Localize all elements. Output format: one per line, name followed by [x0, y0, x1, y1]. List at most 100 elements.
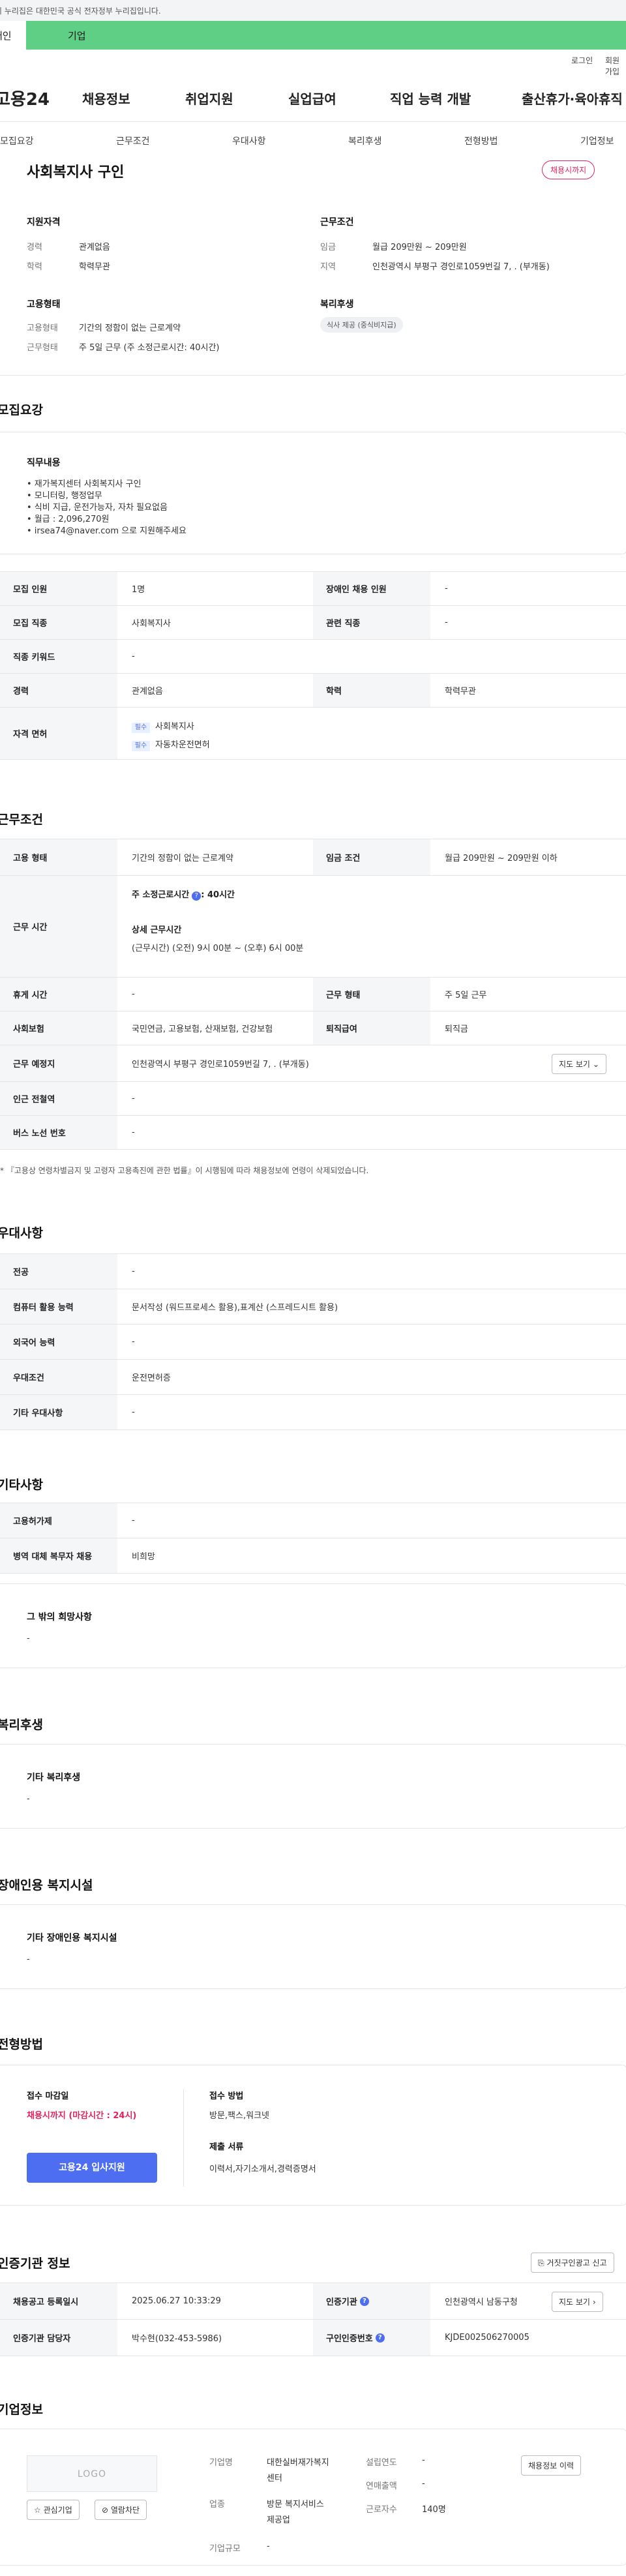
disability-value: -	[27, 1954, 30, 1964]
table-header: 경력	[0, 674, 117, 707]
hours-main: 주 소정근로시간?: 40시간	[132, 888, 235, 901]
company-size: -	[267, 2541, 270, 2551]
docs-value: 이력서,자기소개서,경력증명서	[209, 2164, 316, 2174]
header-label: 구인인증번호	[326, 2334, 373, 2344]
deadline-label: 접수 마감일	[27, 2091, 69, 2101]
table-cell: 2025.06.27 10:33:29	[132, 2296, 221, 2306]
nav-item-skills[interactable]: 직업 능력 개발	[390, 89, 471, 108]
table-header: 고용허가제	[0, 1503, 117, 1538]
emp-title: 고용형태	[27, 299, 61, 310]
table-row: 우대조건 운전면허증	[0, 1360, 626, 1395]
table-cell: -	[132, 651, 135, 661]
table-row: 고용 형태 기간의 정함이 없는 근로계약 임금 조건 월급 209만원 ~ 2…	[0, 839, 626, 876]
header-label: 인증기관	[326, 2298, 357, 2307]
table-cell: 학력무관	[445, 687, 476, 696]
login-link[interactable]: 로그인	[571, 55, 593, 66]
company-field-label: 기업규모	[209, 2544, 241, 2554]
table-header: 버스 노선 번호	[0, 1116, 117, 1149]
user-type-tabs: 개인 기업	[0, 21, 626, 50]
nav-item-parental-leave[interactable]: 출산휴가·육아휴직	[522, 89, 623, 108]
report-label: 거짓구인광고 신고	[546, 2258, 607, 2268]
other-wish-title: 그 밖의 희망사항	[27, 1612, 92, 1623]
method-label: 접수 방법	[209, 2091, 244, 2101]
company-name: 대한실버재가복지센터	[267, 2455, 329, 2487]
company-industry: 방문 복지서비스 제공업	[267, 2497, 324, 2528]
table-header: 근무 형태	[313, 978, 430, 1011]
welfare-chip: 식사 제공 (중식비지급)	[320, 317, 403, 333]
chevron-right-icon: ›	[592, 2298, 596, 2307]
table-header: 전공	[0, 1254, 117, 1289]
map-view-label: 지도 보기	[559, 1060, 590, 1069]
map-view-button[interactable]: 지도 보기 ⌄	[552, 1054, 606, 1074]
table-cell: 국민연금, 고용보험, 산재보험, 건강보험	[132, 1025, 273, 1034]
table-row: 채용공고 등록일시 2025.06.27 10:33:29 인증기관? 인천광역…	[0, 2283, 626, 2320]
nav-item-jobs[interactable]: 채용정보	[82, 89, 130, 108]
tab-individual[interactable]: 개인	[0, 21, 26, 50]
help-icon[interactable]: ?	[375, 2333, 385, 2343]
main-nav: 고용24 채용정보 취업지원 실업급여 직업 능력 개발 출산휴가·육아휴직	[0, 85, 626, 113]
table-cell: 사회복지사	[132, 619, 171, 629]
agency-map-button[interactable]: 지도 보기 ›	[552, 2292, 603, 2312]
table-row: 자격 면허 필수 사회복지사 필수 자동차운전면허	[0, 708, 626, 760]
table-header: 컴퓨터 활용 능력	[0, 1289, 117, 1324]
table-cell: -	[445, 584, 448, 593]
help-icon[interactable]: ?	[192, 891, 201, 901]
company-field-label: 업종	[209, 2500, 225, 2509]
table-row: 고용허가제 -	[0, 1503, 626, 1538]
favorite-company-button[interactable]: ☆ 관심기업	[27, 2500, 80, 2520]
section-title-screen: 전형방법	[0, 2037, 43, 2052]
job-title: 사회복지사 구인	[27, 164, 125, 181]
help-icon[interactable]: ?	[359, 2296, 369, 2306]
company-field-label: 근로자수	[366, 2505, 397, 2515]
table-cell: -	[445, 618, 448, 627]
cond-label: 임금	[320, 243, 336, 252]
duty-line: • 모니터링, 행정업무	[27, 491, 102, 501]
table-row: 외국어 능력 -	[0, 1325, 626, 1360]
company-employees: 140명	[422, 2505, 446, 2515]
table-header: 사회보험	[0, 1011, 117, 1045]
table-cell: 월급 209만원 ~ 209만원 이하	[445, 854, 558, 863]
emp-label: 고용형태	[27, 323, 58, 333]
pref-table: 전공 - 컴퓨터 활용 능력 문서작성 (워드프로세스 활용),표계산 (스프레…	[0, 1253, 626, 1430]
hours-main-value: : 40시간	[201, 890, 235, 900]
company-name-line: 대한실버재가복지	[267, 2458, 329, 2468]
table-cell: KJDE002506270005	[445, 2333, 529, 2343]
table-cell: -	[132, 1266, 135, 1276]
table-cell: 인천광역시 남동구청	[445, 2298, 518, 2307]
summary-card: 사회복지사 구인 채용시까지 지원자격 경력 관계없음 학력 학력무관 근무조건…	[0, 145, 626, 376]
site-logo[interactable]: 고용24	[0, 86, 50, 110]
table-header: 모집 직종	[0, 606, 117, 639]
nav-item-unemployment-benefit[interactable]: 실업급여	[288, 89, 336, 108]
table-header: 구인인증번호?	[313, 2320, 430, 2356]
welfare-title: 복리후생	[320, 299, 354, 310]
join-link[interactable]: 회원가입	[605, 55, 626, 77]
duty-line: • irsea74@naver.com 으로 지원해주세요	[27, 526, 186, 536]
duty-line: • 재가복지센터 사회복지사 구인	[27, 479, 142, 489]
tab-company[interactable]: 기업	[26, 21, 626, 50]
report-fake-ad-button[interactable]: ⎘ 거짓구인광고 신고	[531, 2253, 614, 2273]
duty-line: • 식비 지급, 운전가능자, 자차 필요없음	[27, 503, 168, 513]
table-cell: -	[132, 1128, 135, 1137]
table-header: 기타 우대사항	[0, 1395, 117, 1430]
nav-item-employment-support[interactable]: 취업지원	[185, 89, 233, 108]
table-header: 근무 시간	[0, 876, 117, 977]
benefit-box: 기타 복리후생 -	[0, 1744, 626, 1829]
hours-detail: (근무시간) (오전) 9시 00분 ~ (오후) 6시 00분	[132, 944, 304, 953]
table-row: 모집 인원 1명 장애인 채용 인원 -	[0, 572, 626, 606]
required-tag: 필수	[132, 741, 150, 751]
cond-title: 근무조건	[320, 217, 354, 228]
job-history-button[interactable]: 채용정보 이력	[521, 2455, 582, 2476]
chevron-down-icon: ⌄	[592, 1060, 599, 1069]
company-year: -	[422, 2455, 425, 2465]
table-cell: -	[132, 1516, 135, 1525]
company-name-line: 센터	[267, 2474, 282, 2483]
hours-main-label: 주 소정근로시간	[132, 890, 190, 900]
table-row: 병역 대체 복무자 채용 비희망	[0, 1538, 626, 1574]
block-view-button[interactable]: ⊘ 열람차단	[95, 2500, 147, 2520]
table-header: 근무 예정지	[0, 1045, 117, 1081]
benefit-sub: 기타 복리후생	[27, 1773, 81, 1783]
apply-button[interactable]: 고용24 입사지원	[27, 2153, 157, 2183]
deadline-value: 채용시까지 (마감시간 : 24시)	[27, 2111, 137, 2121]
company-box: LOGO ☆ 관심기업 ⊘ 열람차단 기업명 대한실버재가복지 센터 업종 방문 …	[0, 2429, 626, 2566]
table-row: 버스 노선 번호 -	[0, 1116, 626, 1150]
